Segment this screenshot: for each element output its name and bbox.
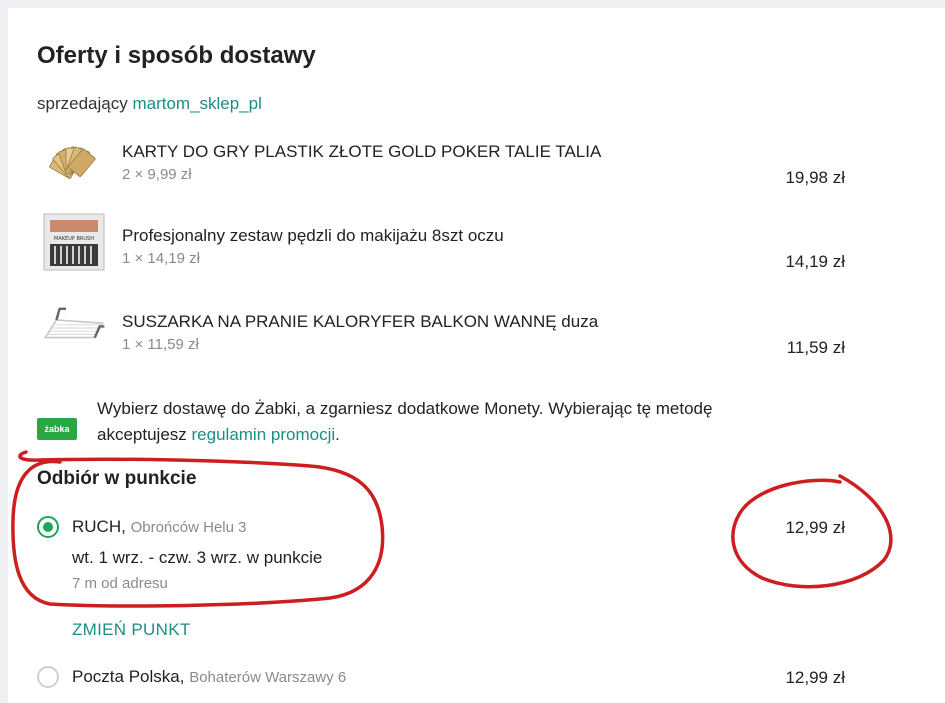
zabka-logo-icon: żabka [37, 418, 77, 440]
radio-ruch[interactable] [37, 516, 59, 538]
option-price: 12,99 zł [785, 518, 845, 537]
seller-link[interactable]: martom_sklep_pl [132, 94, 261, 113]
option-ruch-name: RUCH, Obrońców Helu 3 [72, 517, 246, 537]
item-qty: 1 × 14,19 zł [122, 250, 200, 267]
makeup-brushes-thumbnail-icon: MAKEUP BRUSH [43, 213, 105, 271]
option-poczta-name: Poczta Polska, Bohaterów Warszawy 6 [72, 667, 346, 687]
promo-terms-link[interactable]: regulamin promocji [192, 425, 336, 444]
option-name: Poczta Polska, [72, 667, 185, 686]
pickup-section-title: Odbiór w punkcie [37, 468, 197, 489]
item-price: 14,19 zł [785, 252, 845, 271]
change-point-link[interactable]: ZMIEŃ PUNKT [72, 620, 191, 640]
option-name: RUCH, [72, 517, 126, 536]
option-address: Obrońców Helu 3 [130, 519, 247, 536]
playing-cards-thumbnail-icon [49, 146, 96, 179]
item-price: 19,98 zł [785, 168, 845, 187]
svg-text:MAKEUP BRUSH: MAKEUP BRUSH [54, 236, 94, 242]
order-item: SUSZARKA NA PRANIE KALORYFER BALKON WANN… [8, 298, 945, 368]
item-price: 11,59 zł [786, 338, 845, 357]
promo-message: Wybierz dostawę do Żabki, a zgarniesz do… [97, 399, 713, 444]
option-price: 12,99 zł [785, 668, 845, 687]
option-distance: 7 m od adresu [72, 575, 168, 592]
seller-prefix: sprzedający [37, 94, 128, 113]
option-address: Bohaterów Warszawy 6 [189, 669, 347, 686]
radio-poczta-polska[interactable] [37, 666, 59, 688]
drying-rack-thumbnail-icon [43, 307, 105, 339]
page-title: Oferty i sposób dostawy [37, 42, 316, 69]
promo-suffix: . [335, 425, 340, 444]
item-name: SUSZARKA NA PRANIE KALORYFER BALKON WANN… [122, 312, 599, 331]
delivery-card: Oferty i sposób dostawy sprzedający mart… [8, 8, 945, 703]
item-name: Profesjonalny zestaw pędzli do makijażu … [122, 226, 504, 245]
order-item: MAKEUP BRUSH Profesjonalny zestaw pędzli… [8, 212, 945, 282]
item-qty: 2 × 9,99 zł [122, 166, 192, 183]
promo-text: Wybierz dostawę do Żabki, a zgarniesz do… [97, 396, 797, 448]
item-name: KARTY DO GRY PLASTIK ZŁOTE GOLD POKER TA… [122, 142, 602, 161]
option-delivery-time: wt. 1 wrz. - czw. 3 wrz. w punkcie [72, 548, 323, 567]
item-qty: 1 × 11,59 zł [122, 336, 199, 353]
seller-line: sprzedający martom_sklep_pl [37, 94, 262, 114]
order-item: KARTY DO GRY PLASTIK ZŁOTE GOLD POKER TA… [8, 132, 945, 202]
